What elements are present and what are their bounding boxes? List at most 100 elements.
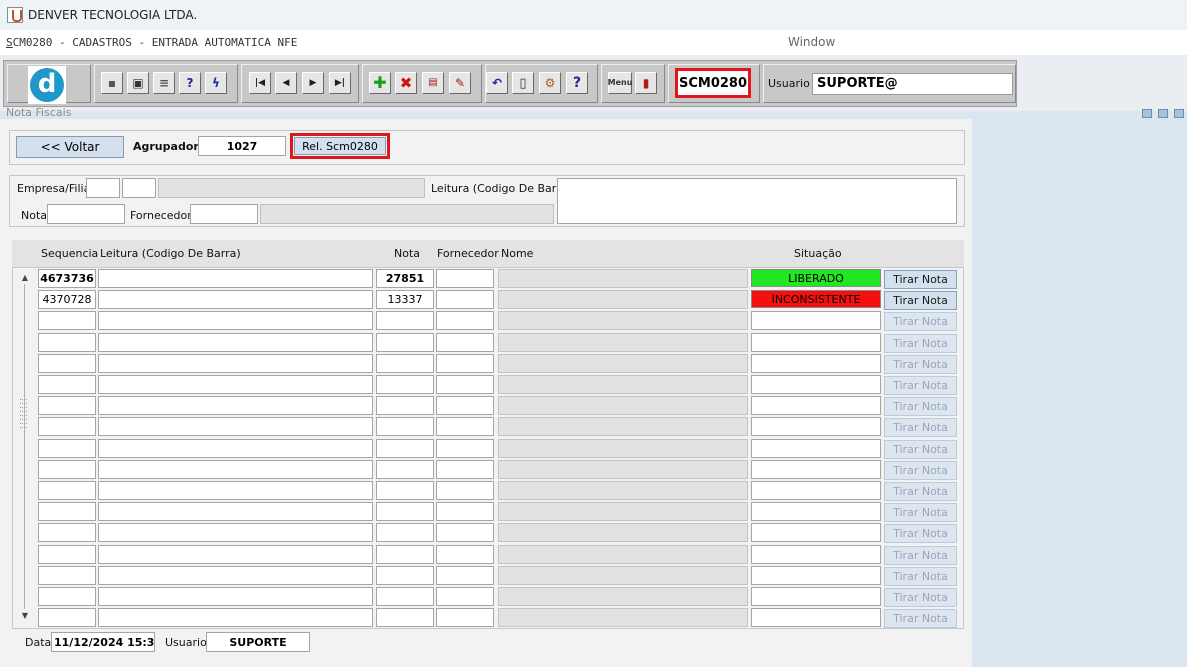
cell-leitura[interactable] — [98, 460, 373, 479]
scroll-up-icon[interactable]: ▲ — [19, 272, 31, 282]
cell-sequencia[interactable] — [38, 311, 96, 330]
cell-fornecedor[interactable] — [436, 311, 494, 330]
cell-sequencia[interactable]: 4673736 — [38, 269, 96, 288]
cell-leitura[interactable] — [98, 354, 373, 373]
scroll-down-icon[interactable]: ▼ — [19, 610, 31, 620]
back-button[interactable]: << Voltar — [16, 136, 124, 158]
inner-close-icon[interactable] — [1174, 109, 1184, 118]
cell-sequencia[interactable] — [38, 502, 96, 521]
exit-icon[interactable]: ▮ — [635, 72, 657, 94]
cell-sequencia[interactable] — [38, 375, 96, 394]
cell-nota[interactable] — [376, 545, 434, 564]
cell-fornecedor[interactable] — [436, 460, 494, 479]
cell-fornecedor[interactable] — [436, 481, 494, 500]
cell-fornecedor[interactable] — [436, 523, 494, 542]
cell-leitura[interactable] — [98, 333, 373, 352]
window-menu[interactable]: Window — [788, 35, 835, 49]
previous-record-icon[interactable]: ◀ — [275, 72, 297, 94]
add-record-icon[interactable]: ✚ — [369, 72, 391, 94]
agrupador-field[interactable]: 1027 — [198, 136, 286, 156]
last-record-icon[interactable]: ▶| — [329, 72, 351, 94]
cell-nota[interactable] — [376, 523, 434, 542]
clipboard-icon[interactable]: ▯ — [512, 72, 534, 94]
query-help-icon[interactable]: ? — [179, 72, 201, 94]
cell-nota[interactable] — [376, 333, 434, 352]
save-icon[interactable]: ▪ — [101, 72, 123, 94]
cell-fornecedor[interactable] — [436, 354, 494, 373]
cell-leitura[interactable] — [98, 290, 373, 309]
cell-nota[interactable] — [376, 375, 434, 394]
execute-icon[interactable]: ϟ — [205, 72, 227, 94]
next-record-icon[interactable]: ▶ — [302, 72, 324, 94]
cell-fornecedor[interactable] — [436, 269, 494, 288]
fornecedor-field[interactable] — [190, 204, 258, 224]
cell-fornecedor[interactable] — [436, 290, 494, 309]
empresa-field[interactable] — [86, 178, 120, 198]
tirar-nota-button[interactable]: Tirar Nota — [884, 567, 957, 586]
help-icon[interactable]: ? — [566, 72, 588, 94]
cell-nota[interactable] — [376, 396, 434, 415]
cell-nota[interactable] — [376, 311, 434, 330]
tirar-nota-button[interactable]: Tirar Nota — [884, 355, 957, 374]
toolbar-user-field[interactable]: SUPORTE@ — [812, 73, 1013, 95]
cell-sequencia[interactable] — [38, 545, 96, 564]
cell-nota[interactable] — [376, 439, 434, 458]
delete-record-icon[interactable]: ✖ — [395, 72, 417, 94]
cell-sequencia[interactable]: 4370728 — [38, 290, 96, 309]
tirar-nota-button[interactable]: Tirar Nota — [884, 270, 957, 289]
undo-icon[interactable]: ↶ — [486, 72, 508, 94]
cell-leitura[interactable] — [98, 375, 373, 394]
cell-nota[interactable] — [376, 587, 434, 606]
inner-minimize-icon[interactable] — [1142, 109, 1152, 118]
report-button[interactable]: Rel. Scm0280 — [294, 137, 386, 155]
form-title-menu[interactable]: SCM0280 - CADASTROS - ENTRADA AUTOMATICA… — [6, 36, 297, 49]
cell-leitura[interactable] — [98, 587, 373, 606]
cell-fornecedor[interactable] — [436, 333, 494, 352]
cell-fornecedor[interactable] — [436, 439, 494, 458]
cell-sequencia[interactable] — [38, 566, 96, 585]
tirar-nota-button[interactable]: Tirar Nota — [884, 482, 957, 501]
tirar-nota-button[interactable]: Tirar Nota — [884, 588, 957, 607]
cell-fornecedor[interactable] — [436, 545, 494, 564]
filial-field[interactable] — [122, 178, 156, 198]
cell-nota[interactable]: 13337 — [376, 290, 434, 309]
cell-nota[interactable]: 27851 — [376, 269, 434, 288]
cell-sequencia[interactable] — [38, 439, 96, 458]
cell-leitura[interactable] — [98, 523, 373, 542]
tirar-nota-button[interactable]: Tirar Nota — [884, 503, 957, 522]
cell-leitura[interactable] — [98, 439, 373, 458]
enter-query-icon[interactable]: ▤ — [422, 72, 444, 94]
cell-sequencia[interactable] — [38, 587, 96, 606]
cell-leitura[interactable] — [98, 545, 373, 564]
cell-sequencia[interactable] — [38, 523, 96, 542]
cell-leitura[interactable] — [98, 396, 373, 415]
edit-icon[interactable]: ✎ — [449, 72, 471, 94]
cell-fornecedor[interactable] — [436, 566, 494, 585]
tirar-nota-button[interactable]: Tirar Nota — [884, 524, 957, 543]
tirar-nota-button[interactable]: Tirar Nota — [884, 397, 957, 416]
cell-fornecedor[interactable] — [436, 502, 494, 521]
menu-icon[interactable]: Menu — [608, 72, 632, 94]
cell-fornecedor[interactable] — [436, 396, 494, 415]
scrollbar-track[interactable] — [24, 284, 25, 609]
cell-leitura[interactable] — [98, 417, 373, 436]
cell-sequencia[interactable] — [38, 608, 96, 627]
first-record-icon[interactable]: |◀ — [249, 72, 271, 94]
cell-nota[interactable] — [376, 566, 434, 585]
tirar-nota-button[interactable]: Tirar Nota — [884, 546, 957, 565]
cell-sequencia[interactable] — [38, 354, 96, 373]
tirar-nota-button[interactable]: Tirar Nota — [884, 440, 957, 459]
window-icon[interactable]: ▣ — [127, 72, 149, 94]
cell-nota[interactable] — [376, 354, 434, 373]
tirar-nota-button[interactable]: Tirar Nota — [884, 609, 957, 628]
cell-nota[interactable] — [376, 417, 434, 436]
cell-leitura[interactable] — [98, 502, 373, 521]
cell-sequencia[interactable] — [38, 396, 96, 415]
cell-fornecedor[interactable] — [436, 587, 494, 606]
cell-leitura[interactable] — [98, 566, 373, 585]
tirar-nota-button[interactable]: Tirar Nota — [884, 376, 957, 395]
inner-maximize-icon[interactable] — [1158, 109, 1168, 118]
cell-nota[interactable] — [376, 481, 434, 500]
cell-leitura[interactable] — [98, 608, 373, 627]
cell-leitura[interactable] — [98, 311, 373, 330]
